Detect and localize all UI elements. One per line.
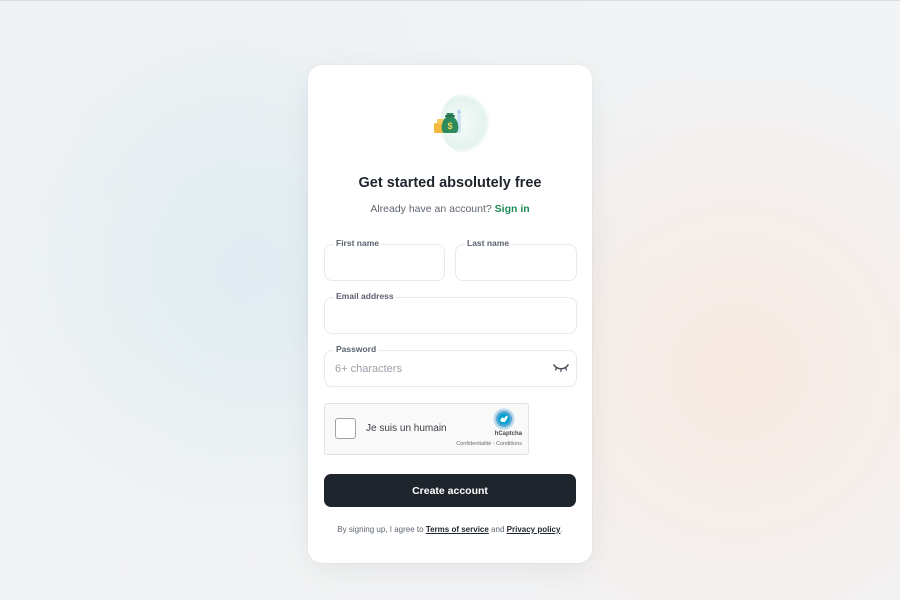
- terms-of-service-link[interactable]: Terms of service: [426, 525, 489, 534]
- last-name-input[interactable]: [466, 245, 562, 280]
- top-border: [0, 0, 900, 1]
- page-title: Get started absolutely free: [358, 175, 542, 191]
- signin-prompt: Already have an account? Sign in: [308, 203, 592, 215]
- hcaptcha-logo-icon: [493, 408, 515, 430]
- money-bag-icon: $: [434, 109, 461, 133]
- captcha-brand: hCaptcha: [494, 431, 522, 437]
- signin-prompt-text: Already have an account?: [370, 203, 492, 215]
- terms-prefix: By signing up, I agree to: [337, 525, 424, 534]
- logo: $: [434, 91, 490, 153]
- signup-card: $ Get started absolutely free Already ha…: [308, 65, 592, 563]
- captcha-label: Je suis un humain: [366, 423, 447, 434]
- terms-and: and: [491, 525, 505, 534]
- captcha-checkbox[interactable]: [335, 418, 356, 439]
- password-input[interactable]: [335, 351, 536, 386]
- first-name-field[interactable]: First name: [324, 238, 445, 281]
- terms-suffix: .: [560, 525, 563, 534]
- privacy-policy-link[interactable]: Privacy policy: [507, 525, 561, 534]
- svg-text:$: $: [447, 121, 452, 131]
- captcha-links[interactable]: Confidentialité - Conditions: [456, 441, 522, 447]
- signin-link[interactable]: Sign in: [495, 203, 530, 215]
- last-name-field[interactable]: Last name: [455, 238, 577, 281]
- eye-closed-icon[interactable]: [553, 363, 569, 373]
- email-input[interactable]: [335, 298, 536, 333]
- hcaptcha-widget: Je suis un humain hCaptcha Confidentiali…: [324, 403, 529, 455]
- email-field[interactable]: Email address: [324, 291, 577, 334]
- terms-text: By signing up, I agree to Terms of servi…: [308, 525, 592, 534]
- create-account-button[interactable]: Create account: [324, 474, 576, 507]
- password-field[interactable]: Password: [324, 344, 577, 387]
- first-name-input[interactable]: [335, 245, 431, 280]
